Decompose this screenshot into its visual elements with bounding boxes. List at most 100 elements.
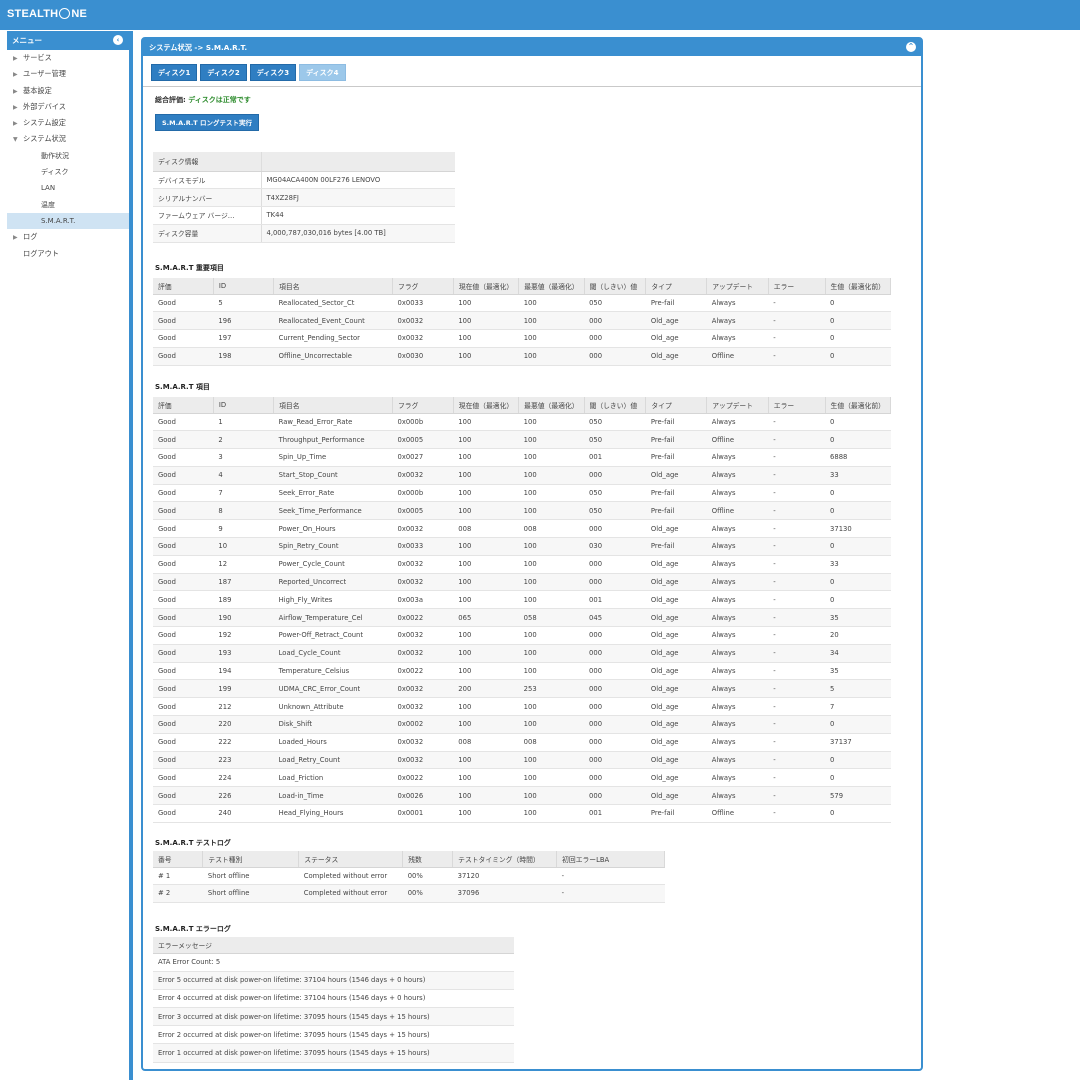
table-cell: 100 xyxy=(453,751,519,770)
table-cell: 240 xyxy=(213,804,274,823)
test-log-title: S.M.A.R.T テストログ xyxy=(155,839,231,847)
table-cell: 35 xyxy=(825,608,891,628)
sidebar-item[interactable]: ▶ 外部デバイス xyxy=(7,99,129,115)
tab-disk[interactable]: ディスク3 xyxy=(249,64,297,81)
table-cell: 33 xyxy=(825,555,891,574)
tab-disk[interactable]: ディスク2 xyxy=(200,64,247,81)
sidebar-subitem[interactable]: 温度 xyxy=(7,197,129,213)
sidebar-item-log[interactable]: ▶ ログ xyxy=(7,229,129,245)
table-cell: Current_Pending_Sector xyxy=(273,329,393,348)
sidebar-item-label: 外部デバイス xyxy=(23,101,66,111)
sidebar-item[interactable]: ▶ 基本設定 xyxy=(7,83,129,99)
sidebar-subitem[interactable]: ディスク xyxy=(7,164,129,180)
table-cell: Good xyxy=(153,608,214,628)
sidebar-subitem[interactable]: LAN xyxy=(7,180,129,196)
table-cell: 0 xyxy=(825,768,891,788)
table-cell: - xyxy=(768,347,826,366)
table-cell: Power_On_Hours xyxy=(273,519,393,539)
table-cell: Always xyxy=(706,679,769,699)
menu-list: ▶ サービス ▶ ユーザー管理 ▶ 基本設定 ▶ 外部デバイス ▶ システム設定 ▼ システム状況 動作… xyxy=(7,50,129,262)
table-cell: Good xyxy=(153,294,214,313)
error-message: Error 4 occurred at disk power-on lifeti… xyxy=(153,989,514,1009)
table-cell: # 1 xyxy=(153,867,203,885)
table-cell: 4 xyxy=(213,466,274,485)
table-cell: 100 xyxy=(518,537,585,556)
table-cell: 0x0032 xyxy=(392,573,454,592)
table-cell: 7 xyxy=(825,697,891,717)
table-cell: 0x0027 xyxy=(392,448,454,467)
panel-collapse-icon[interactable]: ⌃ xyxy=(906,42,916,52)
table-cell: 100 xyxy=(453,329,519,348)
table-cell: 0 xyxy=(825,329,891,348)
table-cell: 00% xyxy=(402,884,453,903)
sidebar-item[interactable]: ▼ システム状況 xyxy=(7,131,129,147)
tab-disk[interactable]: ディスク4 xyxy=(299,64,346,81)
table-cell: 220 xyxy=(213,715,274,734)
table-cell: Good xyxy=(153,347,214,366)
table-cell: 100 xyxy=(453,294,519,313)
sidebar-item[interactable]: ▶ ユーザー管理 xyxy=(7,66,129,82)
table-cell: Load_Cycle_Count xyxy=(273,644,393,663)
table-cell: - xyxy=(768,733,826,752)
table-cell: Always xyxy=(706,573,769,592)
table-cell: 100 xyxy=(453,501,519,521)
table-cell: 100 xyxy=(453,697,519,717)
table-cell: 0 xyxy=(825,590,891,610)
table-cell: 030 xyxy=(584,537,646,556)
table-cell: 100 xyxy=(518,501,585,521)
sidebar-item[interactable]: ▶ システム設定 xyxy=(7,115,129,131)
table-cell: 100 xyxy=(453,555,519,574)
table-cell: 000 xyxy=(584,329,646,348)
table-cell: 100 xyxy=(453,573,519,592)
sidebar-item-logout[interactable]: ログアウト xyxy=(7,246,129,262)
table-cell: UDMA_CRC_Error_Count xyxy=(273,679,393,699)
info-label: ファームウェア バージ… xyxy=(153,206,262,225)
critical-attributes-table: 評価 ID 項目名 フラグ 現在値（最適化） 最悪値（最適化） 閾（しきい）値 タイプ アップデ… xyxy=(153,278,892,366)
table-row: Good 222 Loaded_Hours 0x0032 008 008 000 Old_ag… xyxy=(153,733,891,752)
sidebar-subitem[interactable]: 動作状況 xyxy=(7,148,129,164)
test-log-table: 番号 テスト種別 ステータス 残数 テストタイミング（時間） 初回エラーLBA # 1 Sh… xyxy=(153,851,665,903)
table-cell: 000 xyxy=(584,466,646,485)
table-row: Good 194 Temperature_Celsius 0x0022 100 100 00… xyxy=(153,662,891,681)
table-cell: 100 xyxy=(453,466,519,485)
table-cell: 0 xyxy=(825,804,891,823)
table-cell: 0x0032 xyxy=(392,329,454,348)
table-cell: Completed without error xyxy=(298,884,403,903)
tab-disk[interactable]: ディスク1 xyxy=(151,64,198,81)
table-cell: Temperature_Celsius xyxy=(273,662,393,681)
table-cell: Raw_Read_Error_Rate xyxy=(273,413,393,432)
table-cell: Good xyxy=(153,786,214,806)
table-cell: 100 xyxy=(518,768,585,788)
table-cell: 065 xyxy=(453,608,519,628)
table-cell: 224 xyxy=(213,768,274,788)
table-cell: 100 xyxy=(453,590,519,610)
info-value: T4XZ28FJ xyxy=(261,188,455,208)
column-header: 現在値（最適化） xyxy=(453,397,520,414)
sidebar-item[interactable]: ▶ サービス xyxy=(7,50,129,66)
table-cell: - xyxy=(768,466,826,485)
error-message: Error 3 occurred at disk power-on lifeti… xyxy=(153,1007,514,1027)
table-row: Good 5 Reallocated_Sector_Ct 0x0033 100 100 05… xyxy=(153,294,891,313)
table-cell: Pre-fail xyxy=(645,413,707,432)
table-cell: Good xyxy=(153,413,214,432)
column-header: エラー xyxy=(768,397,826,414)
table-cell: 000 xyxy=(584,519,646,539)
table-cell: Head_Flying_Hours xyxy=(273,804,393,823)
table-cell: 100 xyxy=(518,751,585,770)
menu-collapse-icon[interactable]: ‹ xyxy=(113,35,123,45)
table-cell: 100 xyxy=(453,484,519,503)
table-cell: 0x0033 xyxy=(392,537,454,556)
table-cell: Old_age xyxy=(645,555,707,574)
table-cell: 045 xyxy=(584,608,646,628)
table-cell: 100 xyxy=(453,537,519,556)
table-cell: Good xyxy=(153,590,214,610)
table-cell: 37120 xyxy=(452,867,557,885)
sidebar-subitem[interactable]: S.M.A.R.T. xyxy=(7,212,129,230)
tab-divider xyxy=(143,86,921,87)
table-cell: 20 xyxy=(825,626,891,645)
table-cell: 000 xyxy=(584,555,646,574)
long-test-button[interactable]: S.M.A.R.T ロングテスト実行 xyxy=(155,114,260,131)
stealthone-logo[interactable]: STEALTH NE xyxy=(7,8,87,20)
table-row: Good 2 Throughput_Performance 0x0005 100 100 0… xyxy=(153,430,891,450)
table-cell: Old_age xyxy=(645,608,707,628)
